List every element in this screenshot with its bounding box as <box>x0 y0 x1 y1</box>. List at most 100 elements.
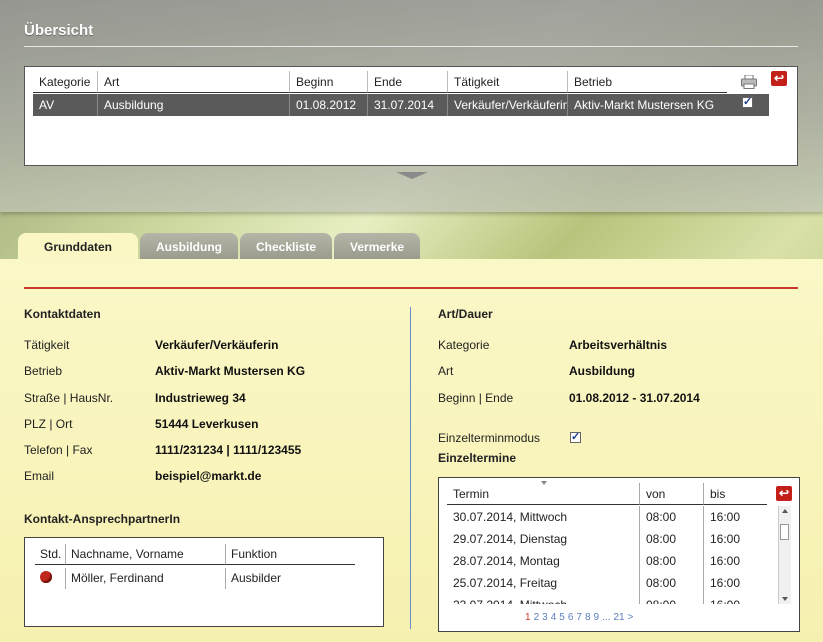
overview-table-header: Kategorie Art Beginn Ende Tätigkeit Betr… <box>33 71 727 93</box>
cell-art: Ausbildung <box>97 94 289 116</box>
bis-cell: 16:00 <box>703 572 767 594</box>
termin-cell: 28.07.2014, Montag <box>453 554 560 568</box>
cell-ende: 31.07.2014 <box>367 94 447 116</box>
kontaktdaten-title: Kontaktdaten <box>24 307 101 321</box>
ansprechpartner-title: Kontakt-AnsprechpartnerIn <box>24 512 181 526</box>
termin-cell: 29.07.2014, Dienstag <box>453 532 568 546</box>
tab-checkliste[interactable]: Checkliste <box>240 233 333 259</box>
tab-vermerke[interactable]: Vermerke <box>334 233 421 259</box>
scroll-thumb[interactable] <box>780 524 789 540</box>
overview-title: Übersicht <box>24 22 94 39</box>
printer-icon[interactable] <box>741 74 757 89</box>
page-link[interactable]: 4 <box>551 612 557 623</box>
einzeltermine-header: Termin von bis <box>447 483 767 505</box>
field-value-beginn-ende: 01.08.2012 - 31.07.2014 <box>569 391 700 405</box>
field-value-kategorie: Arbeitsverhältnis <box>569 338 668 352</box>
col-name[interactable]: Nachname, Vorname <box>65 544 225 565</box>
col-bis[interactable]: bis <box>703 483 767 505</box>
next-page-link[interactable]: > <box>628 612 634 623</box>
bis-cell: 16:00 <box>703 506 767 528</box>
von-cell: 08:00 <box>639 550 703 572</box>
von-cell: 08:00 <box>639 528 703 550</box>
col-betrieb[interactable]: Betrieb <box>567 71 727 93</box>
bis-cell: 16:00 <box>703 594 767 604</box>
col-termin[interactable]: Termin <box>447 483 639 505</box>
col-art[interactable]: Art <box>97 71 289 93</box>
von-cell: 08:00 <box>639 572 703 594</box>
field-value-taetigkeit: Verkäufer/Verkäuferin <box>155 338 279 352</box>
overview-panel: Übersicht Kategorie Art Beginn Ende Täti… <box>0 0 823 212</box>
cell-betrieb: Aktiv-Markt Mustersen KG <box>567 94 727 116</box>
scroll-down-icon[interactable] <box>782 597 788 601</box>
table-row[interactable]: 23.07.2014, Mittwoch 08:00 16:00 <box>447 594 767 604</box>
einzeltermine-table: Termin von bis ↩ 30.07.2014, Mittwoch 08… <box>438 477 800 632</box>
field-label-kategorie: Kategorie <box>438 338 490 352</box>
page-link[interactable]: 21 <box>613 612 624 623</box>
std-cell <box>35 568 65 589</box>
field-label-beginn-ende: Beginn | Ende <box>438 391 514 405</box>
col-ende[interactable]: Ende <box>367 71 447 93</box>
page-link[interactable]: 9 <box>594 612 600 623</box>
col-von[interactable]: von <box>639 483 703 505</box>
col-kategorie[interactable]: Kategorie <box>33 71 97 93</box>
row-checkbox[interactable] <box>742 95 753 108</box>
field-label-email: Email <box>24 469 55 483</box>
scrollbar[interactable] <box>778 506 791 604</box>
field-value-art: Ausbildung <box>569 364 635 378</box>
main-panel: Kontaktdaten Tätigkeit Verkäufer/Verkäuf… <box>0 259 823 642</box>
table-row[interactable]: Möller, Ferdinand Ausbilder <box>35 568 355 589</box>
table-row[interactable]: 25.07.2014, Freitag 08:00 16:00 <box>447 572 767 594</box>
back-arrow-icon[interactable]: ↩ <box>776 486 792 501</box>
collapse-arrow-icon[interactable] <box>396 172 428 179</box>
field-value-email: beispiel@markt.de <box>155 469 262 483</box>
col-funktion[interactable]: Funktion <box>225 544 355 565</box>
page-link[interactable]: 5 <box>559 612 565 623</box>
page-link[interactable]: 6 <box>568 612 574 623</box>
back-arrow-icon[interactable]: ↩ <box>771 71 787 86</box>
field-value-plz-ort: 51444 Leverkusen <box>155 417 259 431</box>
funktion-cell: Ausbilder <box>225 568 355 589</box>
page-link[interactable]: 2 <box>534 612 540 623</box>
field-label-betrieb: Betrieb <box>24 364 63 378</box>
overview-table: Kategorie Art Beginn Ende Tätigkeit Betr… <box>24 66 798 166</box>
field-value-betrieb: Aktiv-Markt Mustersen KG <box>155 364 306 378</box>
tab-bar: Grunddaten Ausbildung Checkliste Vermerk… <box>18 233 422 259</box>
field-value-strasse: Industrieweg 34 <box>155 391 246 405</box>
overview-table-row[interactable]: AV Ausbildung 01.08.2012 31.07.2014 Verk… <box>33 94 769 116</box>
termin-cell: 30.07.2014, Mittwoch <box>453 510 568 524</box>
ansprechpartner-table: Std. Nachname, Vorname Funktion Möller, … <box>24 537 384 627</box>
termin-cell: 25.07.2014, Freitag <box>453 576 558 590</box>
field-value-telefon: 1111/231234 | 1111/123455 <box>155 443 302 457</box>
von-cell: 08:00 <box>639 594 703 604</box>
tab-ausbildung[interactable]: Ausbildung <box>140 233 238 259</box>
field-label-strasse: Straße | HausNr. <box>24 391 114 405</box>
einzeltermine-body: 30.07.2014, Mittwoch 08:00 16:00 29.07.2… <box>439 506 777 604</box>
cell-taetigkeit: Verkäufer/Verkäuferin <box>447 94 567 116</box>
tab-grunddaten[interactable]: Grunddaten <box>18 233 138 259</box>
field-label-art: Art <box>438 364 454 378</box>
termin-cell: 23.07.2014, Mittwoch <box>447 594 639 604</box>
cell-kategorie: AV <box>39 98 55 112</box>
column-divider <box>410 307 411 629</box>
scroll-up-icon[interactable] <box>782 509 788 513</box>
overview-divider <box>24 46 798 47</box>
table-row[interactable]: 30.07.2014, Mittwoch 08:00 16:00 <box>447 506 767 528</box>
table-row[interactable]: 28.07.2014, Montag 08:00 16:00 <box>447 550 767 572</box>
page-link[interactable]: 7 <box>576 612 582 623</box>
page-link[interactable]: 8 <box>585 612 591 623</box>
main-divider <box>24 287 798 289</box>
table-row[interactable]: 29.07.2014, Dienstag 08:00 16:00 <box>447 528 767 550</box>
einzelterminmodus-checkbox[interactable] <box>570 430 581 443</box>
page-link[interactable]: 1 <box>525 612 531 623</box>
col-taetigkeit[interactable]: Tätigkeit <box>447 71 567 93</box>
field-label-taetigkeit: Tätigkeit <box>24 338 70 352</box>
page-link[interactable]: 3 <box>542 612 548 623</box>
einzelterminmodus-label: Einzelterminmodus <box>438 431 541 445</box>
field-label-plz-ort: PLZ | Ort <box>24 417 73 431</box>
page-ellipsis: ... <box>602 612 611 623</box>
bis-cell: 16:00 <box>703 550 767 572</box>
col-std[interactable]: Std. <box>35 544 65 565</box>
name-cell: Möller, Ferdinand <box>65 568 225 589</box>
col-beginn[interactable]: Beginn <box>289 71 367 93</box>
cell-beginn: 01.08.2012 <box>289 94 367 116</box>
